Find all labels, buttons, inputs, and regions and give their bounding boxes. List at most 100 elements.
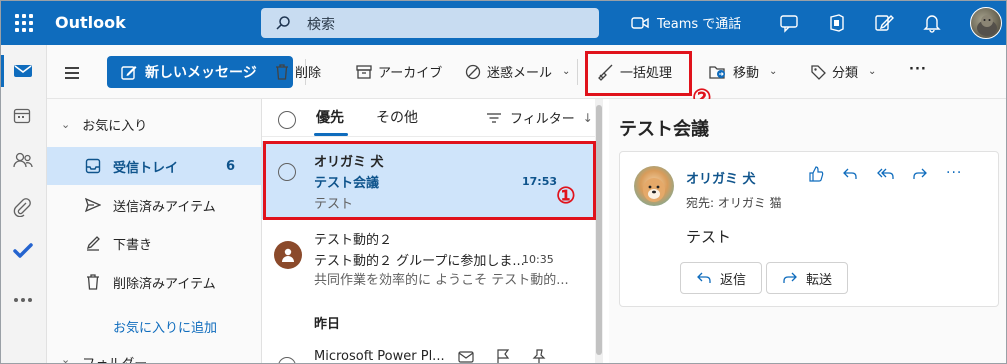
archive-label: アーカイブ bbox=[378, 66, 443, 81]
more-actions-icon[interactable]: ··· bbox=[946, 166, 962, 182]
junk-label: 迷惑メール bbox=[487, 66, 553, 81]
tab-indicator bbox=[314, 133, 348, 136]
bell-icon[interactable] bbox=[923, 13, 941, 33]
forward-icon bbox=[783, 272, 797, 283]
folders-header[interactable]: ⌄ フォルダー bbox=[61, 353, 147, 364]
message-row[interactable]: Microsoft Power Pl... bbox=[262, 343, 598, 364]
mark-read-icon[interactable] bbox=[458, 351, 474, 363]
reply-all-icon[interactable] bbox=[876, 166, 894, 182]
message-list-scrollbar[interactable] bbox=[595, 99, 603, 363]
forward-button[interactable]: 転送 bbox=[766, 262, 848, 294]
rail-selected-indicator bbox=[1, 55, 4, 87]
app-brand[interactable]: Outlook bbox=[55, 13, 126, 32]
teams-call-button[interactable]: Teams で通話 bbox=[631, 13, 741, 32]
message-list: 優先 その他 フィルター ↓ オリガミ 犬 テスト会議 17:53 テスト テス… bbox=[261, 99, 602, 364]
trash-icon bbox=[87, 274, 99, 290]
outlook-window: Outlook 検索 Teams で通話 新しいメッセージ 削除 アーカイブ 迷… bbox=[0, 0, 1007, 364]
more-apps-icon[interactable] bbox=[13, 297, 33, 303]
feedback-icon[interactable] bbox=[874, 13, 894, 33]
archive-icon bbox=[356, 64, 372, 79]
chevron-down-icon: ⌄ bbox=[61, 353, 71, 364]
send-icon bbox=[85, 197, 101, 213]
highlight-box-sweep bbox=[585, 51, 692, 96]
message-preview: 共同作業を効率的に ようこそ テスト動的... bbox=[314, 273, 569, 288]
favorites-header[interactable]: ⌄ お気に入り bbox=[61, 115, 147, 134]
more-options-button[interactable]: ··· bbox=[909, 62, 927, 77]
delete-label: 削除 bbox=[295, 66, 322, 81]
search-icon bbox=[276, 16, 290, 30]
message-row[interactable]: テスト動的２ テスト動的２ グループに参加しま... 10:35 共同作業を効率… bbox=[262, 223, 598, 295]
todo-icon[interactable] bbox=[13, 243, 33, 259]
office-icon[interactable] bbox=[827, 13, 847, 33]
recipient-line: 宛先: オリガミ 猫 bbox=[686, 196, 782, 210]
mail-icon[interactable] bbox=[13, 63, 33, 79]
inbox-icon bbox=[85, 158, 101, 174]
chevron-down-icon: ⌄ bbox=[61, 118, 71, 131]
sender-avatar bbox=[634, 166, 674, 206]
attachment-icon[interactable] bbox=[13, 197, 31, 217]
sort-arrow-icon[interactable]: ↓ bbox=[583, 111, 593, 125]
annotation-number-1: ① bbox=[556, 183, 576, 209]
folder-item-drafts[interactable]: 下書き bbox=[47, 224, 261, 262]
new-message-label: 新しいメッセージ bbox=[145, 65, 257, 81]
toolbar-divider bbox=[577, 59, 578, 85]
menu-icon[interactable] bbox=[65, 67, 79, 82]
filter-button[interactable]: フィルター ↓ bbox=[486, 108, 593, 127]
like-icon[interactable] bbox=[808, 166, 824, 182]
pin-icon[interactable] bbox=[532, 349, 546, 364]
avatar bbox=[274, 241, 302, 269]
filter-label: フィルター bbox=[510, 112, 575, 127]
teams-call-label: Teams で通話 bbox=[657, 17, 742, 32]
message-card: オリガミ 犬 宛先: オリガミ 猫 ··· テスト 返信 転送 bbox=[619, 151, 999, 307]
people-icon[interactable] bbox=[13, 151, 33, 169]
folder-label: 送信済みアイテム bbox=[113, 199, 216, 215]
compose-icon bbox=[121, 66, 137, 80]
archive-button[interactable]: アーカイブ bbox=[356, 62, 442, 81]
folder-item-sent[interactable]: 送信済みアイテム bbox=[47, 186, 261, 224]
calendar-icon[interactable] bbox=[13, 107, 31, 125]
unread-count: 6 bbox=[225, 158, 235, 174]
select-all-checkbox[interactable] bbox=[278, 111, 296, 129]
categorize-button[interactable]: 分類 ⌄ bbox=[810, 62, 876, 81]
reading-pane: テスト会議 オリガミ 犬 宛先: オリガミ 猫 ··· テスト 返信 転送 bbox=[609, 99, 1006, 363]
flag-icon[interactable] bbox=[496, 349, 510, 364]
junk-button[interactable]: 迷惑メール ⌄ bbox=[465, 62, 570, 81]
list-tabs: 優先 その他 フィルター ↓ bbox=[262, 99, 602, 137]
sender-name[interactable]: オリガミ 犬 bbox=[686, 168, 756, 187]
folder-label: 削除済みアイテム bbox=[113, 276, 216, 292]
message-time: 10:35 bbox=[522, 253, 554, 266]
folder-item-deleted[interactable]: 削除済みアイテム bbox=[47, 263, 261, 301]
message-select-checkbox[interactable] bbox=[278, 357, 296, 363]
message-sender: テスト動的２ bbox=[314, 233, 393, 248]
reply-button[interactable]: 返信 bbox=[680, 262, 762, 294]
message-subject: テスト動的２ グループに参加しま... bbox=[314, 254, 525, 269]
block-icon bbox=[465, 64, 481, 79]
app-rail bbox=[1, 45, 47, 363]
move-button[interactable]: 移動 ⌄ bbox=[709, 62, 777, 81]
video-icon bbox=[631, 16, 649, 29]
forward-icon[interactable] bbox=[912, 166, 928, 182]
chevron-down-icon: ⌄ bbox=[769, 66, 778, 77]
folder-label: 下書き bbox=[113, 237, 153, 253]
reply-icon[interactable] bbox=[842, 166, 858, 182]
chat-icon[interactable] bbox=[779, 13, 799, 33]
delete-button[interactable]: 削除 bbox=[275, 62, 321, 81]
search-box[interactable]: 検索 bbox=[261, 8, 599, 38]
message-body: テスト bbox=[686, 228, 732, 246]
tab-focused[interactable]: 優先 bbox=[316, 107, 344, 127]
command-toolbar: 新しいメッセージ 削除 アーカイブ 迷惑メール ⌄ 一括処理 移動 ⌄ 分類 ⌄… bbox=[47, 45, 1006, 99]
person-icon bbox=[282, 248, 294, 262]
message-sender: Microsoft Power Pl... bbox=[314, 349, 445, 364]
new-message-button[interactable]: 新しいメッセージ bbox=[107, 56, 293, 88]
add-favorite-link[interactable]: お気に入りに追加 bbox=[113, 317, 217, 336]
forward-label: 転送 bbox=[805, 272, 832, 288]
draft-icon bbox=[86, 236, 100, 251]
reply-label: 返信 bbox=[719, 272, 746, 288]
reply-icon bbox=[697, 272, 711, 283]
tab-other[interactable]: その他 bbox=[376, 107, 418, 127]
app-launcher-icon[interactable] bbox=[15, 14, 33, 32]
user-avatar[interactable] bbox=[970, 7, 1002, 39]
top-bar: Outlook 検索 Teams で通話 bbox=[1, 1, 1006, 45]
folder-label: 受信トレイ bbox=[113, 160, 179, 176]
folder-item-inbox[interactable]: 受信トレイ 6 bbox=[47, 147, 261, 185]
